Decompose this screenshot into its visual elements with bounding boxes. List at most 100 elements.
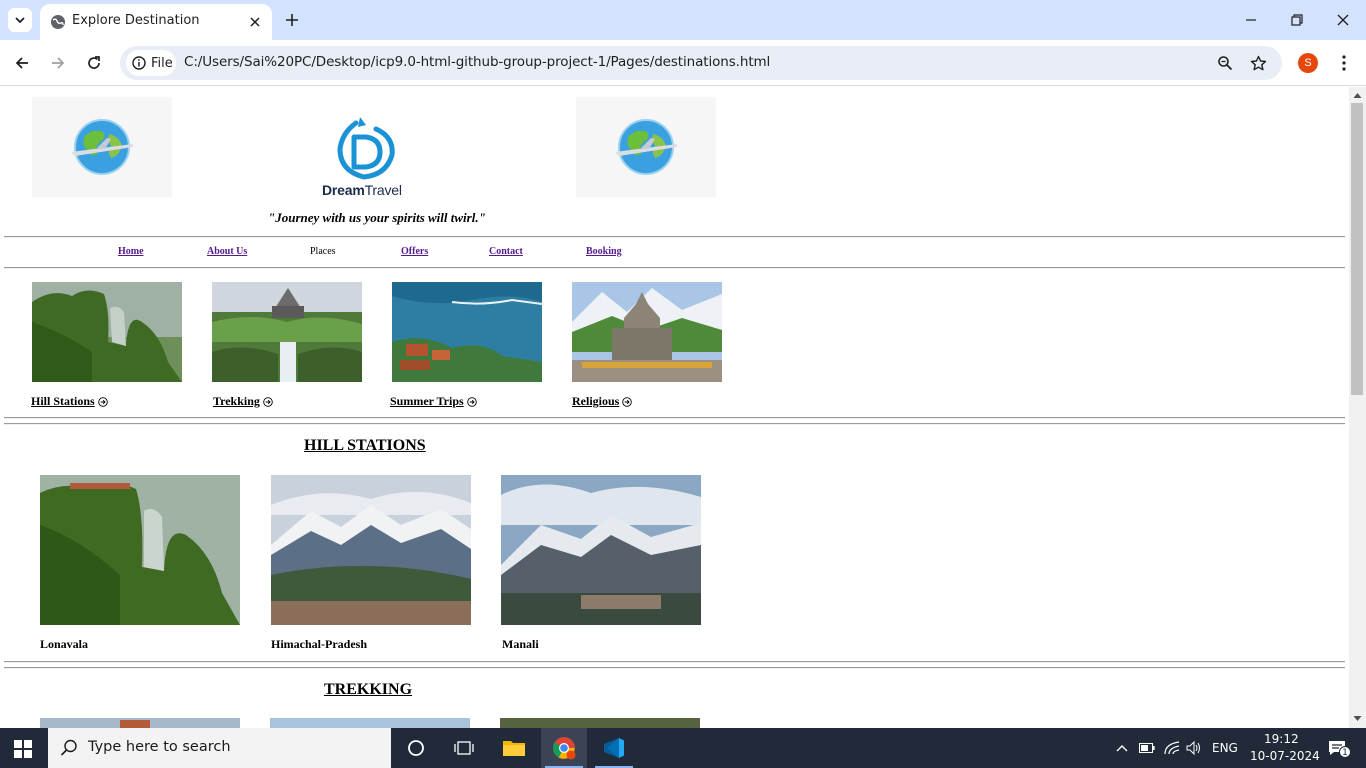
restore-button[interactable] — [1285, 8, 1309, 32]
close-window-button[interactable] — [1331, 8, 1355, 32]
nav-home-link[interactable]: Home — [118, 246, 144, 257]
clock-time[interactable]: 19:12 — [1264, 732, 1299, 746]
battery-button[interactable] — [1139, 740, 1155, 756]
arrow-left-icon — [15, 57, 28, 69]
notification-count: 1 — [1339, 746, 1351, 758]
himachal-photo-icon — [271, 475, 471, 625]
star-icon — [1250, 55, 1266, 70]
trekking-link[interactable]: Trekking — [213, 394, 273, 409]
windows-taskbar: Type here to search ENG 19:12 10-07-2024 — [0, 728, 1366, 768]
vscode-taskbar-button[interactable] — [591, 728, 637, 768]
nav-offers-link[interactable]: Offers — [401, 246, 428, 257]
scroll-down-arrow-icon[interactable] — [1353, 714, 1362, 723]
plus-icon — [286, 14, 298, 26]
religious-image[interactable] — [572, 282, 722, 382]
notifications-button[interactable]: 1 — [1326, 740, 1351, 758]
browser-toolbar: File C:/Users/Sai%20PC/Desktop/icp9.0-ht… — [0, 40, 1366, 86]
divider — [4, 661, 1345, 663]
manali-photo-icon — [501, 475, 701, 625]
circle-arrow-right-icon — [263, 396, 273, 407]
volume-button[interactable] — [1186, 740, 1202, 756]
info-icon — [132, 56, 146, 70]
task-view-button[interactable] — [441, 728, 487, 768]
nav-contact-link[interactable]: Contact — [489, 246, 523, 257]
scroll-up-arrow-icon[interactable] — [1353, 91, 1362, 100]
site-info-chip[interactable]: File — [126, 50, 176, 76]
url-text[interactable]: C:/Users/Sai%20PC/Desktop/icp9.0-html-gi… — [184, 54, 770, 70]
summer-trips-link[interactable]: Summer Trips — [390, 394, 477, 409]
cliff-photo-icon — [32, 282, 182, 382]
himachal-pradesh-image — [271, 475, 471, 625]
hill-stations-image[interactable] — [32, 282, 182, 382]
divider — [4, 267, 1345, 269]
network-button[interactable] — [1164, 740, 1180, 756]
cortana-circle-icon — [408, 740, 424, 756]
circle-arrow-right-icon — [622, 396, 633, 407]
minimize-icon — [1246, 19, 1256, 21]
zoom-button[interactable] — [1216, 54, 1234, 72]
taskbar-search-box[interactable]: Type here to search — [48, 728, 391, 768]
forward-button[interactable] — [47, 52, 69, 74]
religious-link[interactable]: Religious — [572, 394, 633, 409]
more-vertical-icon — [1342, 55, 1346, 71]
close-icon — [1337, 14, 1349, 26]
trek-photo-icon — [270, 718, 470, 728]
browser-tab-active[interactable]: Explore Destination — [40, 4, 272, 40]
restore-icon — [1291, 14, 1303, 26]
reload-icon — [88, 56, 100, 69]
globe-plane-icon — [71, 119, 133, 175]
hill-stations-heading: HILL STATIONS — [304, 437, 426, 454]
cortana-button[interactable] — [393, 728, 439, 768]
chevron-up-icon — [1116, 745, 1128, 752]
arrow-right-icon — [52, 57, 65, 69]
file-explorer-button[interactable] — [491, 728, 537, 768]
globe-plane-icon — [615, 119, 677, 175]
profile-avatar[interactable]: S — [1298, 53, 1318, 73]
bookmark-button[interactable] — [1249, 54, 1267, 72]
folder-icon — [503, 741, 525, 756]
minimize-button[interactable] — [1239, 8, 1263, 32]
scrollbar-thumb[interactable] — [1351, 103, 1363, 395]
kedarnath-temple-photo-icon — [572, 282, 722, 382]
show-hidden-icons-button[interactable] — [1114, 740, 1130, 756]
browser-tab-bar: Explore Destination — [0, 0, 1366, 40]
clock-date[interactable]: 10-07-2024 — [1250, 749, 1320, 763]
reload-button[interactable] — [83, 52, 105, 74]
divider — [4, 667, 1345, 669]
divider — [4, 236, 1345, 238]
tab-search-button[interactable] — [8, 8, 32, 32]
lonavala-image — [40, 475, 240, 625]
search-icon — [60, 739, 77, 756]
page-scrollbar[interactable] — [1349, 87, 1366, 728]
chevron-down-icon — [15, 17, 25, 24]
browser-menu-button[interactable] — [1334, 52, 1354, 74]
brand-name-regular: Travel — [364, 182, 402, 198]
temple-waterfall-photo-icon — [212, 282, 362, 382]
wifi-icon — [1164, 741, 1180, 755]
nav-booking-link[interactable]: Booking — [586, 246, 622, 257]
beach-photo-icon — [392, 282, 542, 382]
back-button[interactable] — [11, 52, 33, 74]
category-label: Summer Trips — [390, 394, 464, 408]
trek-photo-icon — [40, 718, 240, 728]
windows-start-icon[interactable] — [14, 740, 32, 758]
category-label: Religious — [572, 394, 620, 408]
tab-title: Explore Destination — [72, 13, 200, 28]
summer-trips-image[interactable] — [392, 282, 542, 382]
category-label: Trekking — [213, 394, 260, 408]
trek-image — [40, 718, 240, 728]
hill-stations-link[interactable]: Hill Stations — [31, 394, 108, 409]
close-tab-button[interactable] — [246, 13, 264, 31]
divider — [4, 423, 1345, 425]
task-view-icon — [454, 741, 474, 755]
address-bar[interactable]: File C:/Users/Sai%20PC/Desktop/icp9.0-ht… — [120, 46, 1282, 80]
nav-about-link[interactable]: About Us — [207, 246, 247, 257]
trekking-image[interactable] — [212, 282, 362, 382]
divider — [4, 417, 1345, 419]
chrome-taskbar-button[interactable] — [541, 728, 587, 768]
language-indicator[interactable]: ENG — [1212, 741, 1238, 755]
speaker-icon — [1186, 741, 1200, 755]
nav-places-current: Places — [310, 246, 336, 257]
new-tab-button[interactable] — [282, 10, 302, 30]
brand-name: DreamTravel — [322, 182, 402, 198]
